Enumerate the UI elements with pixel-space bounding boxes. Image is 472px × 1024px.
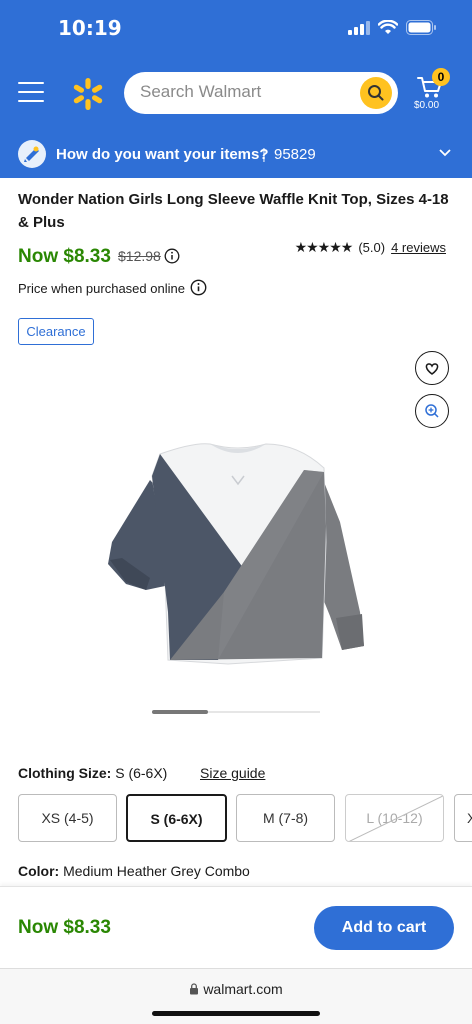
search-button[interactable]	[360, 77, 392, 109]
app-header: 0 $0.00	[0, 58, 472, 130]
battery-icon	[406, 20, 436, 35]
star-rating-icon: ★★★★★	[294, 239, 354, 255]
walmart-spark-logo[interactable]	[70, 76, 106, 112]
size-option-xs[interactable]: XS (4-5)	[18, 794, 117, 842]
color-selected-value: Medium Heather Grey Combo	[63, 863, 250, 879]
heart-icon	[425, 363, 439, 375]
size-options: XS (4-5) S (6-6X) M (7-8) L (10-12) XL	[18, 794, 472, 842]
bottom-price: Now $8.33	[18, 917, 111, 938]
product-image[interactable]	[98, 432, 378, 672]
size-option-l-unavailable[interactable]: L (10-12)	[345, 794, 444, 842]
zoom-in-icon	[425, 404, 439, 418]
home-indicator[interactable]	[152, 1011, 320, 1016]
reviews-link[interactable]: 4 reviews	[391, 240, 446, 255]
size-selected-value: S (6-6X)	[115, 765, 168, 781]
size-option-xl[interactable]: XL	[454, 794, 472, 842]
cart-button[interactable]: 0 $0.00	[412, 68, 460, 120]
current-price: Now $8.33	[18, 246, 111, 267]
color-label-title: Color:	[18, 863, 60, 879]
search-input[interactable]	[140, 82, 350, 102]
product-title: Wonder Nation Girls Long Sleeve Waffle K…	[18, 191, 449, 231]
color-label: Color: Medium Heather Grey Combo	[18, 863, 250, 879]
search-icon	[368, 85, 384, 101]
image-carousel-indicator	[152, 710, 320, 714]
cart-count-badge: 0	[432, 68, 450, 86]
favorite-button[interactable]	[415, 351, 449, 385]
size-option-s[interactable]: S (6-6X)	[126, 794, 227, 842]
bottom-bar: Now $8.33 Add to cart	[0, 886, 472, 968]
size-option-m[interactable]: M (7-8)	[236, 794, 335, 842]
price-note: Price when purchased online	[18, 281, 185, 296]
status-bar: 10:19	[0, 0, 472, 58]
delivery-icon	[18, 140, 46, 168]
info-icon[interactable]	[190, 279, 207, 296]
delivery-separator: |	[262, 146, 266, 163]
size-label: Clothing Size: S (6-6X)	[18, 765, 167, 781]
add-to-cart-button[interactable]: Add to cart	[314, 906, 454, 950]
clearance-badge: Clearance	[18, 318, 94, 345]
cart-total: $0.00	[414, 100, 440, 111]
delivery-selector[interactable]: How do you want your items? | 95829	[0, 130, 472, 178]
rating-summary[interactable]: ★★★★★ (5.0) 4 reviews	[295, 239, 446, 256]
url-text: walmart.com	[203, 981, 283, 997]
delivery-prompt: How do you want your items?	[56, 146, 269, 163]
lock-icon	[190, 983, 199, 995]
info-icon[interactable]	[164, 248, 180, 264]
rating-value: (5.0)	[358, 240, 386, 255]
signal-icon	[348, 20, 370, 35]
chevron-down-icon[interactable]	[438, 145, 452, 159]
browser-url-bar[interactable]: walmart.com	[0, 968, 472, 1024]
search-bar[interactable]	[124, 72, 398, 114]
menu-icon[interactable]	[18, 82, 44, 102]
size-label-title: Clothing Size:	[18, 765, 112, 781]
original-price: $12.98	[118, 248, 161, 264]
unavailable-strike-icon	[348, 795, 443, 841]
status-icons	[348, 20, 436, 35]
zoom-button[interactable]	[415, 394, 449, 428]
delivery-zip: 95829	[274, 146, 316, 163]
size-guide-link[interactable]: Size guide	[200, 765, 265, 781]
wifi-icon	[378, 20, 398, 34]
status-time: 10:19	[58, 16, 122, 40]
url-display[interactable]: walmart.com	[0, 981, 472, 997]
